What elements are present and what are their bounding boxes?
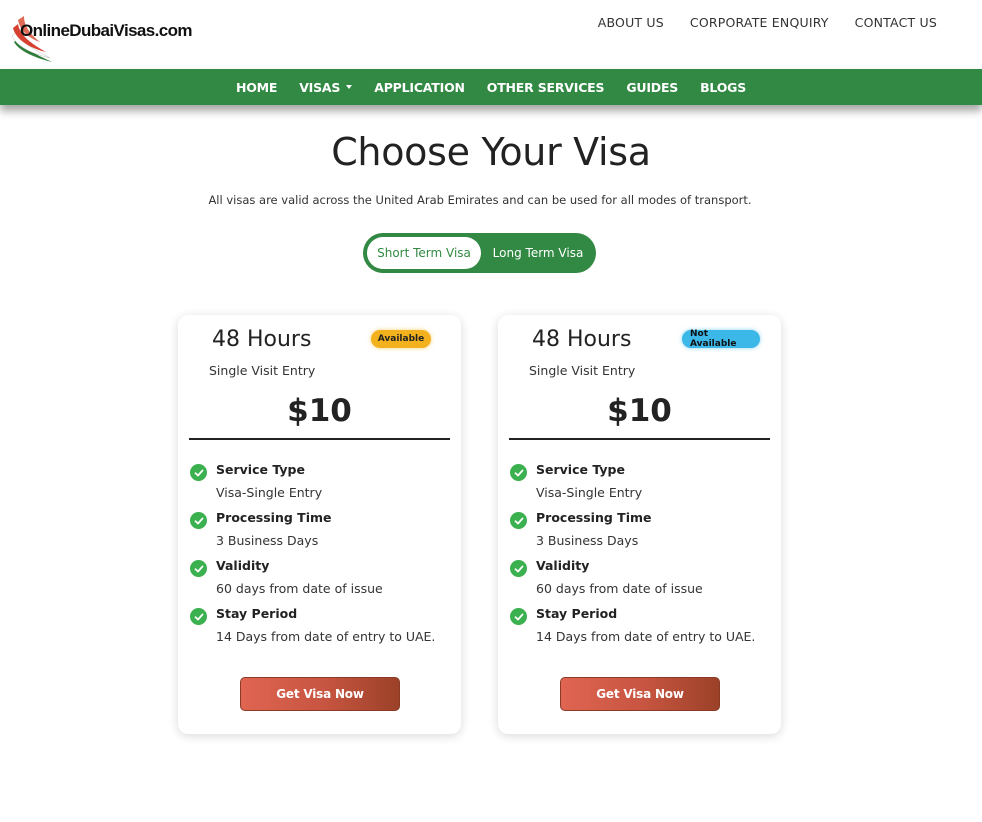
top-link-corporate-enquiry[interactable]: CORPORATE ENQUIRY [690,15,829,30]
toggle-long-term-visa[interactable]: Long Term Visa [483,237,593,269]
visa-entry-type: Single Visit Entry [529,363,636,378]
feature-label: Validity [536,558,590,573]
feature-value: 60 days from date of issue [536,581,703,596]
top-link-contact-us[interactable]: CONTACT US [855,15,937,30]
check-circle-icon [510,512,527,529]
nav-item-home[interactable]: HOME [236,80,277,95]
top-links: ABOUT US CORPORATE ENQUIRY CONTACT US [598,15,937,30]
feature-label: Stay Period [536,606,618,621]
feature-label: Validity [216,558,270,573]
check-circle-icon [510,464,527,481]
nav-item-application[interactable]: APPLICATION [374,80,465,95]
feature-validity: Validity 60 days from date of issue [190,558,455,604]
visa-card: 48 Hours Available Single Visit Entry $1… [178,315,461,734]
nav-item-label: APPLICATION [374,79,465,95]
site-header: OnlineDubaiVisas.com ABOUT US CORPORATE … [0,0,982,69]
feature-value: 14 Days from date of entry to UAE. [536,629,756,644]
nav-item-guides[interactable]: GUIDES [626,80,678,95]
site-logo[interactable]: OnlineDubaiVisas.com [10,8,195,64]
caret-down-icon [346,85,353,89]
feature-label: Service Type [216,462,305,477]
feature-value: 3 Business Days [216,533,319,548]
feature-value: 3 Business Days [536,533,639,548]
main-navbar: HOME VISAS APPLICATION OTHER SERVICES GU… [0,69,982,105]
check-circle-icon [190,608,207,625]
nav-item-other-services[interactable]: OTHER SERVICES [487,80,605,95]
visa-duration: 48 Hours [212,327,312,352]
check-circle-icon [190,512,207,529]
visa-term-toggle: Short Term Visa Long Term Visa [363,233,596,273]
visa-price: $10 [607,393,672,429]
nav-item-label: BLOGS [700,79,747,95]
nav-item-label: VISAS [299,79,341,95]
visa-price: $10 [287,393,352,429]
feature-processing-time: Processing Time 3 Business Days [190,510,455,556]
feature-stay-period: Stay Period 14 Days from date of entry t… [190,606,455,652]
feature-value: 14 Days from date of entry to UAE. [216,629,436,644]
get-visa-now-button[interactable]: Get Visa Now [240,677,400,711]
feature-value: 60 days from date of issue [216,581,383,596]
feature-label: Processing Time [216,510,332,525]
page-title: Choose Your Visa [331,130,651,174]
nav-item-label: GUIDES [626,79,679,95]
nav-item-label: HOME [235,79,278,95]
feature-validity: Validity 60 days from date of issue [510,558,775,604]
visa-entry-type: Single Visit Entry [209,363,316,378]
check-circle-icon [190,560,207,577]
nav-item-label: OTHER SERVICES [486,79,605,95]
top-link-about-us[interactable]: ABOUT US [598,15,664,30]
nav-item-visas-dropdown[interactable]: VISAS [299,79,353,95]
get-visa-now-button[interactable]: Get Visa Now [560,677,720,711]
visa-duration: 48 Hours [532,327,632,352]
page-subtitle: All visas are valid across the United Ar… [208,193,752,207]
toggle-short-term-visa[interactable]: Short Term Visa [367,237,481,269]
divider [189,438,450,440]
feature-processing-time: Processing Time 3 Business Days [510,510,775,556]
feature-label: Stay Period [216,606,298,621]
nav-item-blogs[interactable]: BLOGS [700,80,746,95]
feature-label: Processing Time [536,510,652,525]
feature-label: Service Type [536,462,625,477]
logo-text: OnlineDubaiVisas.com [20,21,193,40]
feature-value: Visa-Single Entry [536,485,643,500]
feature-service-type: Service Type Visa-Single Entry [190,462,455,508]
visa-card: 48 Hours Not Available Single Visit Entr… [498,315,781,734]
check-circle-icon [510,608,527,625]
check-circle-icon [510,560,527,577]
status-badge: Available [371,330,431,348]
feature-value: Visa-Single Entry [216,485,323,500]
check-circle-icon [190,464,207,481]
feature-stay-period: Stay Period 14 Days from date of entry t… [510,606,775,652]
status-badge: Not Available [682,329,760,349]
divider [509,438,770,440]
feature-service-type: Service Type Visa-Single Entry [510,462,775,508]
